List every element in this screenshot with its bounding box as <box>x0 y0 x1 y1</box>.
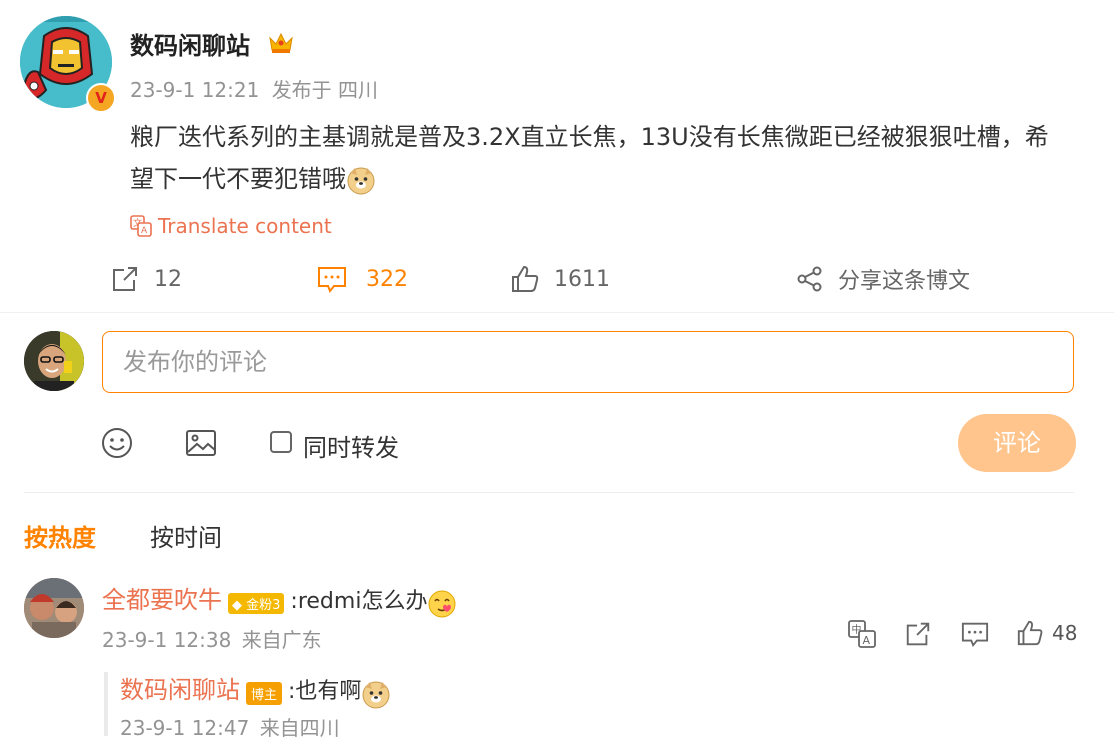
commenter-name[interactable]: 全都要吹牛 <box>102 586 222 614</box>
repost-checkbox[interactable] <box>270 431 292 453</box>
comment-text: :redmi怎么办 <box>290 589 428 614</box>
post-text: 粮厂迭代系列的主基调就是普及3.2X直立长焦，13U没有长焦微距已经被狠狠吐槽，… <box>130 116 1060 200</box>
image-upload-icon[interactable] <box>184 426 218 460</box>
comment-count: 322 <box>366 266 408 292</box>
comment-time: 23-9-1 12:38 <box>102 628 232 652</box>
divider <box>24 492 1074 493</box>
sort-by-time-tab[interactable]: 按时间 <box>150 518 222 553</box>
sort-by-hot-tab[interactable]: 按热度 <box>24 518 96 553</box>
emoji-picker-icon[interactable] <box>100 426 134 460</box>
comment-input[interactable] <box>102 331 1074 393</box>
reply-meta: 23-9-1 12:47 来自四川 <box>120 712 340 741</box>
translate-icon[interactable]: 中 A <box>848 620 876 648</box>
crown-icon <box>269 32 293 53</box>
repost-icon[interactable] <box>904 620 932 648</box>
repost-checkbox-label[interactable]: 同时转发 <box>303 428 399 463</box>
reply-author-name[interactable]: 数码闲聊站 <box>120 676 240 704</box>
doge-emoji-icon <box>362 681 390 708</box>
repost-button[interactable]: 12 <box>110 262 182 296</box>
comment-header: 全都要吹牛 ◆ 金粉3:redmi怎么办 <box>102 580 457 619</box>
submit-comment-button[interactable]: 评论 <box>958 414 1076 472</box>
post-body: 粮厂迭代系列的主基调就是普及3.2X直立长焦，13U没有长焦微距已经被狠狠吐槽，… <box>130 123 1049 193</box>
comment-button[interactable]: 322 <box>316 262 408 296</box>
comment-icon <box>318 267 346 293</box>
repost-count: 12 <box>154 266 182 292</box>
svg-text:A: A <box>141 226 148 236</box>
share-icon <box>797 266 822 292</box>
reply-time: 23-9-1 12:47 <box>120 716 250 740</box>
commenter-avatar[interactable] <box>24 578 84 638</box>
doge-emoji-icon <box>347 167 375 195</box>
host-badge: 博主 <box>246 682 283 705</box>
divider <box>0 312 1114 313</box>
post-author-name[interactable]: 数码闲聊站 <box>130 26 250 61</box>
love-emoji-icon <box>428 590 456 617</box>
svg-text:A: A <box>863 634 871 647</box>
post-time[interactable]: 23-9-1 12:21 <box>130 78 259 102</box>
my-avatar[interactable] <box>24 331 84 391</box>
diamond-icon: ◆ <box>232 598 242 613</box>
post-source: 发布于 四川 <box>271 78 379 102</box>
comment-icon[interactable] <box>960 620 990 648</box>
reply-location: 来自四川 <box>259 716 340 740</box>
comment-location: 来自广东 <box>241 628 322 652</box>
comment-like-count: 48 <box>1052 621 1078 645</box>
comment-meta: 23-9-1 12:38 来自广东 <box>102 624 322 653</box>
thumbs-up-icon <box>512 265 539 292</box>
like-count: 1611 <box>554 266 610 292</box>
fan-badge-label: 金粉3 <box>246 598 281 613</box>
post-meta: 23-9-1 12:21 发布于 四川 <box>130 74 378 103</box>
translate-link[interactable]: 文 A Translate content <box>130 214 332 238</box>
like-button[interactable]: 1611 <box>510 262 610 296</box>
repost-icon <box>113 267 137 291</box>
thumbs-up-icon <box>1017 620 1043 646</box>
translate-icon: 文 A <box>130 215 152 237</box>
reply-indent-bar <box>104 672 108 736</box>
verified-badge-icon: V <box>86 83 116 113</box>
reply-header: 数码闲聊站 博主:也有啊 <box>120 670 391 709</box>
share-label: 分享这条博文 <box>838 269 971 294</box>
share-button[interactable]: 分享这条博文 <box>796 262 970 296</box>
reply-text: :也有啊 <box>288 679 362 704</box>
translate-label[interactable]: Translate content <box>158 214 332 238</box>
fan-badge: ◆ 金粉3 <box>228 593 285 614</box>
comment-like-button[interactable]: 48 <box>1016 619 1077 647</box>
